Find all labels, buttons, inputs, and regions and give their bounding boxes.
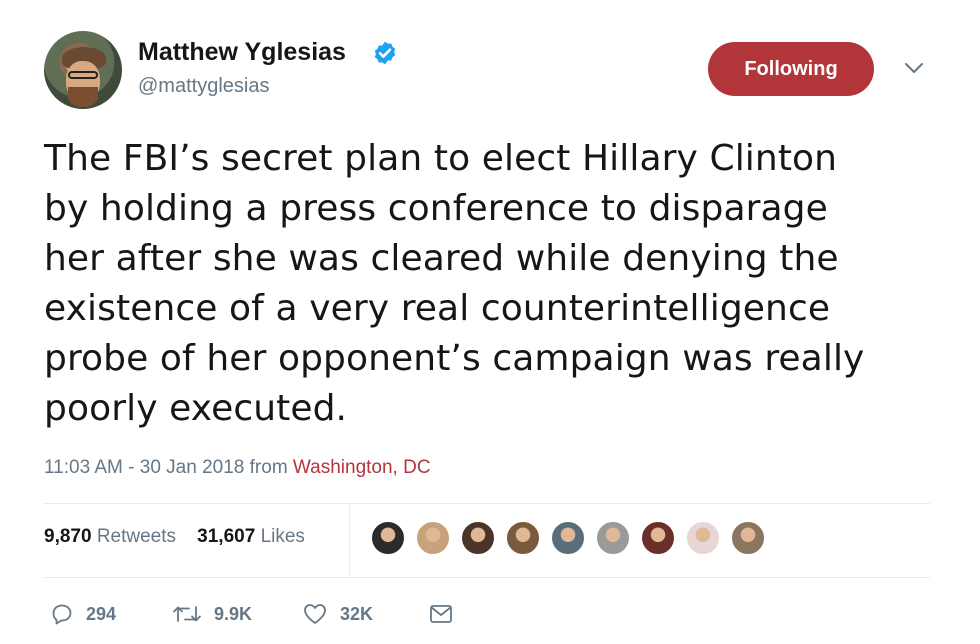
liker-avatar-5[interactable] — [550, 520, 586, 556]
tweet-meta: 11:03 AM - 30 Jan 2018 from Washington, … — [44, 457, 431, 479]
retweets-label: Retweets — [96, 526, 177, 547]
chevron-down-icon[interactable] — [902, 58, 926, 78]
from-label: from — [249, 457, 288, 478]
tweet-line: existence of a very real counterintellig… — [44, 288, 831, 329]
tweet-line: The FBI’s secret plan to elect Hillary C… — [44, 138, 838, 179]
avatar-beard — [68, 87, 98, 107]
tweet-text: The FBI’s secret plan to elect Hillary C… — [44, 134, 944, 434]
like-count: 32K — [340, 603, 374, 624]
tweet-location[interactable]: Washington, DC — [293, 457, 431, 478]
like-action[interactable]: 32K — [302, 598, 373, 630]
direct-message-action[interactable] — [428, 598, 454, 630]
tweet-stats: 9,870 Retweets 31,607 Likes — [44, 526, 305, 548]
heart-icon — [304, 604, 326, 624]
author-handle[interactable]: @mattyglesias — [138, 75, 269, 98]
reply-action[interactable]: 294 — [50, 598, 116, 630]
tweet-line: by holding a press conference to dispara… — [44, 188, 828, 229]
tweet-timestamp[interactable]: 11:03 AM - 30 Jan 2018 — [44, 457, 244, 478]
liker-avatar-3[interactable] — [460, 520, 496, 556]
likes-stat[interactable]: 31,607 Likes — [197, 526, 305, 547]
liker-avatar-1[interactable] — [370, 520, 406, 556]
author-display-name[interactable]: Matthew Yglesias — [138, 38, 346, 67]
liker-avatar-2[interactable] — [415, 520, 451, 556]
retweets-count: 9,870 — [44, 526, 92, 547]
retweet-icon — [173, 606, 201, 622]
likes-label: Likes — [260, 526, 305, 547]
stats-separator — [349, 504, 350, 576]
liker-avatar-7[interactable] — [640, 520, 676, 556]
message-icon — [430, 605, 452, 623]
divider-bottom — [44, 577, 930, 578]
avatar-glasses — [68, 71, 98, 79]
tweet-line: probe of her opponent’s campaign was rea… — [44, 338, 865, 379]
retweet-count: 9.9K — [214, 603, 253, 624]
tweet-line: her after she was cleared while denying … — [44, 238, 839, 279]
liker-avatar-8[interactable] — [685, 520, 721, 556]
tweet-line: poorly executed. — [44, 388, 348, 429]
retweet-action[interactable]: 9.9K — [172, 598, 252, 630]
retweets-stat[interactable]: 9,870 Retweets — [44, 526, 176, 547]
reply-count: 294 — [86, 603, 117, 624]
liker-avatar-4[interactable] — [505, 520, 541, 556]
likes-count: 31,607 — [197, 526, 256, 547]
divider-top — [44, 503, 930, 504]
author-avatar[interactable] — [44, 31, 122, 109]
liker-avatar-9[interactable] — [730, 520, 766, 556]
liker-avatar-6[interactable] — [595, 520, 631, 556]
verified-badge-icon — [374, 41, 396, 65]
following-button[interactable]: Following — [708, 42, 874, 96]
reply-icon — [52, 604, 72, 625]
